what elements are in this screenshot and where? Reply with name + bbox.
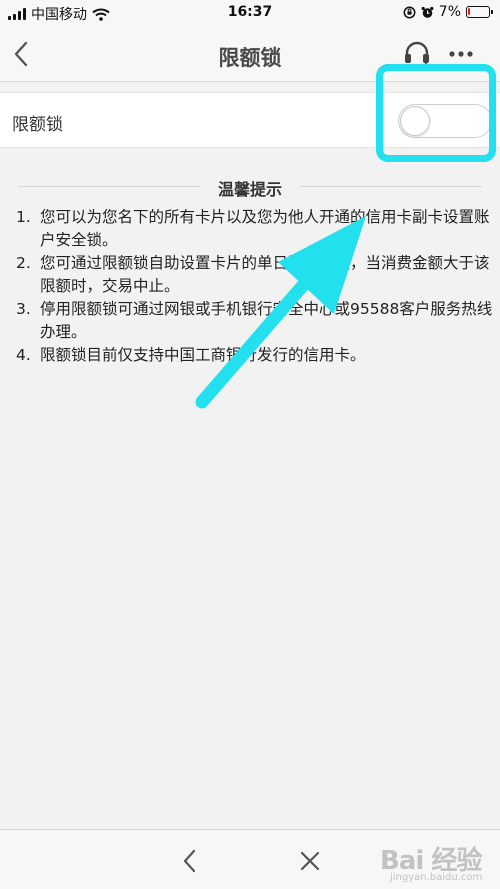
tip-item: 4. 限额锁目前仅支持中国工商银行发行的信用卡。 — [16, 344, 496, 367]
tip-text: 您可以为您名下的所有卡片以及您为他人开通的信用卡副卡设置账户安全锁。 — [40, 208, 490, 249]
tip-text: 您可通过限额锁自助设置卡片的单日消费限额，当消费金额大于该限额时，交易中止。 — [40, 254, 490, 295]
status-right: 7% — [403, 4, 493, 20]
battery-percent: 7% — [438, 4, 461, 20]
orientation-lock-icon — [403, 6, 416, 18]
tip-number: 2. — [16, 254, 31, 272]
tip-item: 2. 您可通过限额锁自助设置卡片的单日消费限额，当消费金额大于该限额时，交易中止… — [16, 252, 496, 298]
headset-icon[interactable] — [402, 40, 432, 68]
tips-title: 温馨提示 — [217, 180, 282, 199]
limit-lock-toggle[interactable] — [398, 104, 492, 138]
tip-text: 限额锁目前仅支持中国工商银行发行的信用卡。 — [40, 346, 366, 364]
battery-level — [468, 8, 470, 15]
tip-number: 3. — [16, 300, 31, 318]
divider-right — [300, 186, 482, 187]
close-icon[interactable] — [296, 846, 324, 876]
tip-item: 1. 您可以为您名下的所有卡片以及您为他人开通的信用卡副卡设置账户安全锁。 — [16, 206, 496, 252]
alarm-icon — [421, 6, 434, 18]
battery-icon — [466, 6, 493, 18]
tips-header: 温馨提示 — [0, 176, 500, 199]
limit-lock-row: 限额锁 — [0, 92, 500, 148]
tip-number: 1. — [16, 208, 31, 226]
baidu-jingyan-watermark: Bai 经验 jingyan.baidu.com — [350, 836, 490, 886]
tip-text: 停用限额锁可通过网银或手机银行安全中心或95588客户服务热线办理。 — [40, 300, 493, 341]
tip-number: 4. — [16, 346, 31, 364]
watermark-sub: jingyan.baidu.com — [390, 872, 483, 883]
back-icon[interactable] — [176, 846, 204, 876]
limit-lock-label: 限额锁 — [12, 115, 63, 135]
bottom-toolbar: Bai 经验 jingyan.baidu.com — [0, 829, 500, 889]
toggle-knob — [400, 106, 430, 136]
tips-list: 1. 您可以为您名下的所有卡片以及您为他人开通的信用卡副卡设置账户安全锁。 2.… — [16, 206, 496, 367]
nav-bar: 限额锁 — [0, 26, 500, 82]
watermark-main: Bai 经验 — [380, 846, 482, 876]
more-dots-icon[interactable] — [446, 40, 476, 68]
tip-item: 3. 停用限额锁可通过网银或手机银行安全中心或95588客户服务热线办理。 — [16, 298, 496, 344]
status-bar: 中国移动 16:37 7% — [0, 0, 500, 26]
back-chevron-icon[interactable] — [8, 38, 38, 70]
